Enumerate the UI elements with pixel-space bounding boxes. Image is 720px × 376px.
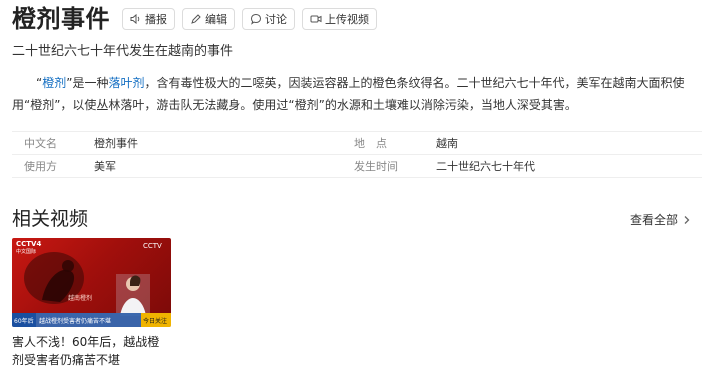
scene-caption: 越南橙剂 [68, 295, 93, 302]
video-thumbnail[interactable]: CCTV4 中文国际 CCTV 越南橙剂 60年后 越战橙剂受害者仍痛苦不堪 今… [12, 238, 171, 327]
ticker-years: 60年后 [14, 318, 34, 325]
title-row: 橙剂事件 播报 编辑 讨论 上传视频 [12, 4, 384, 34]
channel-logo: CCTV [143, 242, 162, 250]
info-value-location[interactable]: 越南 [436, 135, 458, 151]
cctv-logo: CCTV4 [16, 240, 42, 248]
ticker-headline: 越战橙剂受害者仍痛苦不堪 [39, 318, 112, 325]
info-row: 使用方 美军 发生时间 二十世纪六七十年代 [12, 154, 702, 178]
speaker-icon [130, 13, 140, 25]
info-key-chinese-name: 中文名 [24, 137, 57, 150]
info-key-user: 使用方 [24, 160, 57, 173]
discuss-label: 讨论 [265, 13, 287, 26]
chat-bubble-icon [250, 13, 262, 25]
broadcast-button[interactable]: 播报 [122, 8, 175, 30]
summary-text-1: ”是一种 [66, 76, 109, 90]
edit-label: 编辑 [205, 13, 227, 26]
info-value-user: 美军 [94, 160, 116, 173]
upload-video-button[interactable]: 上传视频 [302, 8, 377, 30]
summary-paragraph: “橙剂”是一种落叶剂，含有毒性极大的二噁英，因装运容器上的橙色条纹得名。二十世纪… [12, 72, 702, 116]
edit-button[interactable]: 编辑 [182, 8, 235, 30]
video-title[interactable]: 害人不浅！60年后，越战橙剂受害者仍痛苦不堪 [12, 333, 162, 369]
cctv-logo-sub: 中文国际 [16, 249, 37, 255]
see-all-link[interactable]: 查看全部 [630, 211, 692, 228]
info-key-location: 地 点 [354, 137, 387, 150]
basic-info-table: 中文名 橙剂事件 地 点 越南 使用方 美军 发生时间 二十世纪六七十年代 [12, 131, 702, 178]
upload-video-label: 上传视频 [325, 13, 369, 26]
discuss-button[interactable]: 讨论 [242, 8, 295, 30]
see-all-label: 查看全部 [630, 213, 679, 227]
page-title: 橙剂事件 [12, 5, 110, 33]
chevron-right-icon [684, 215, 690, 224]
broadcast-label: 播报 [145, 13, 167, 26]
pencil-icon [191, 14, 201, 24]
info-key-time: 发生时间 [354, 160, 398, 173]
link-defoliant[interactable]: 落叶剂 [108, 76, 144, 90]
ticker-tag: 今日关注 [143, 318, 168, 325]
info-row: 中文名 橙剂事件 地 点 越南 [12, 131, 702, 154]
video-camera-icon [310, 15, 322, 23]
video-card[interactable]: CCTV4 中文国际 CCTV 越南橙剂 60年后 越战橙剂受害者仍痛苦不堪 今… [12, 238, 171, 369]
info-value-chinese-name: 橙剂事件 [94, 137, 138, 150]
info-value-time: 二十世纪六七十年代 [436, 160, 535, 173]
page-subtitle: 二十世纪六七十年代发生在越南的事件 [12, 44, 234, 59]
link-orange-agent[interactable]: 橙剂 [42, 76, 66, 90]
related-videos-title: 相关视频 [12, 208, 89, 230]
